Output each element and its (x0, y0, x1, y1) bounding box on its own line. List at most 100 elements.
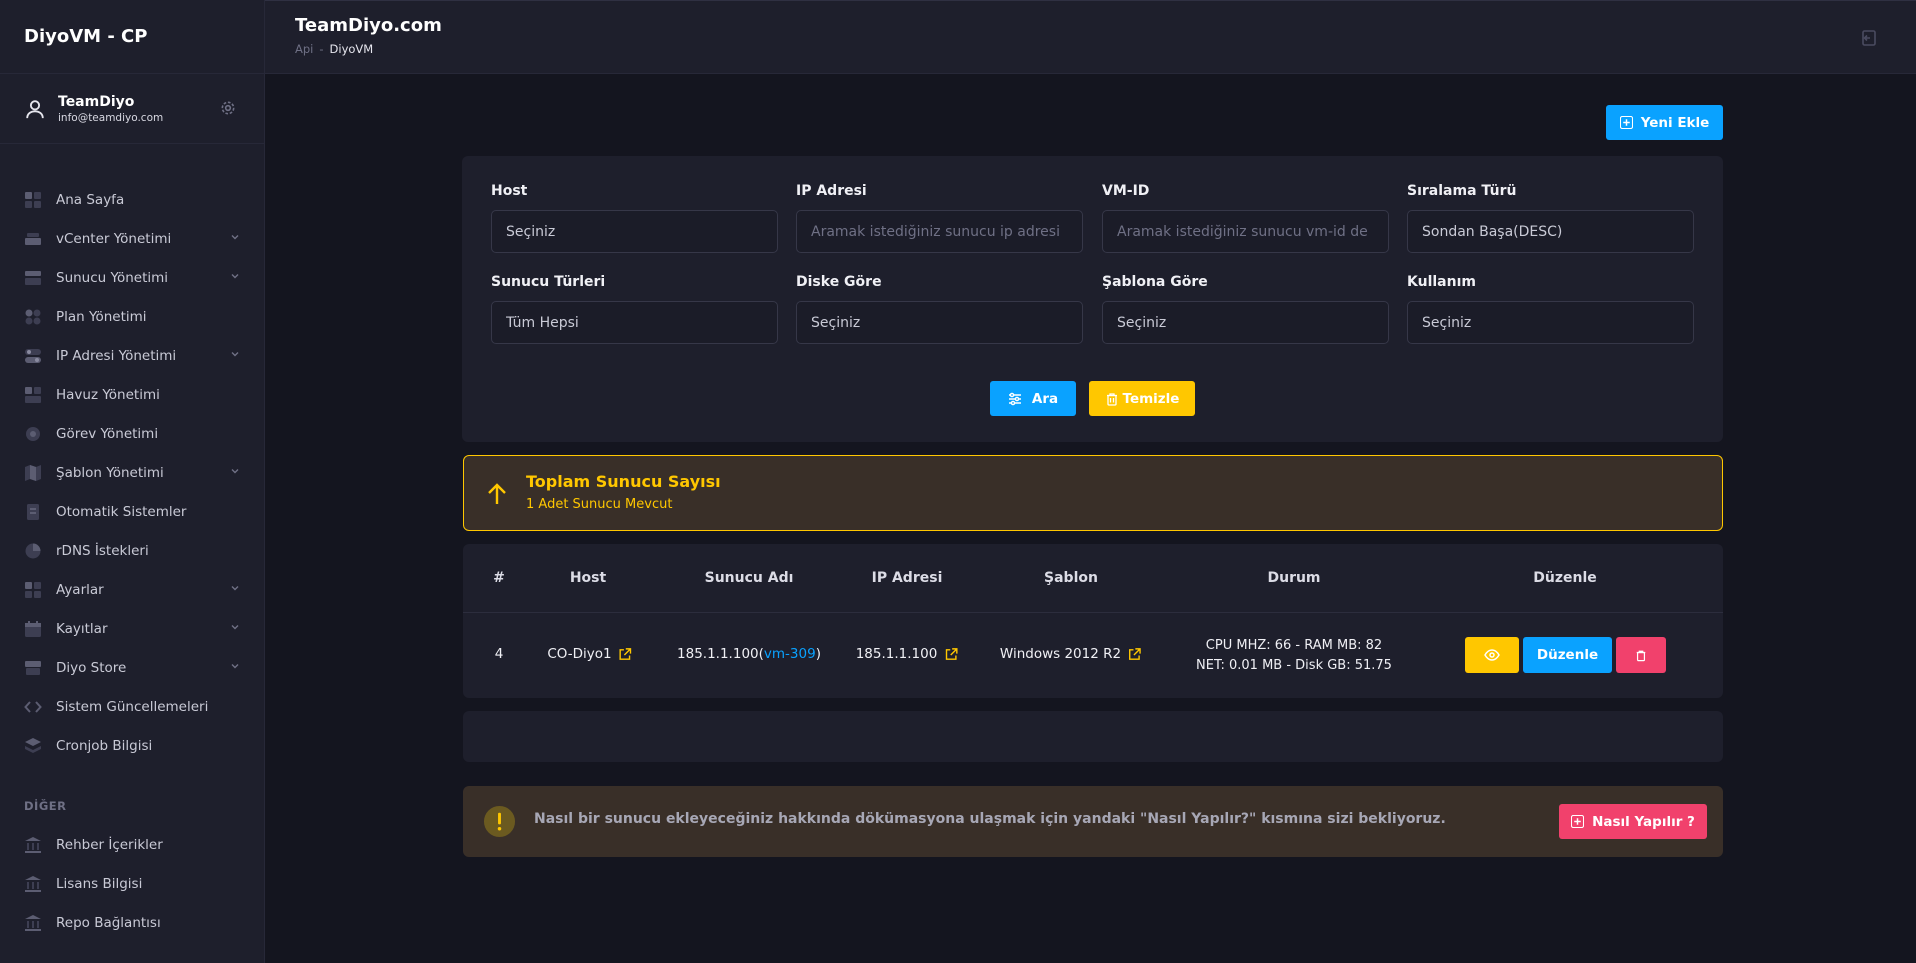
column-header: Sunucu Adı (704, 570, 794, 586)
sidebar-item-otomatik[interactable]: Otomatik Sistemler (0, 492, 264, 531)
usage-filter-label: Kullanım (1407, 274, 1476, 290)
clear-button[interactable]: Temizle (1089, 381, 1195, 416)
pagination-panel (463, 711, 1723, 762)
host-select[interactable] (491, 210, 778, 253)
column-header: Şablon (1044, 570, 1098, 586)
host-filter: Host (491, 183, 778, 253)
trash-icon (1636, 650, 1646, 661)
plus-square-icon (1619, 116, 1633, 129)
delete-button[interactable] (1616, 637, 1666, 673)
server-icon (24, 230, 42, 248)
usage-select[interactable] (1407, 301, 1694, 344)
sidebar-item-label: Şablon Yönetimi (56, 464, 164, 481)
sidebar-item-label: Otomatik Sistemler (56, 503, 187, 520)
add-server-label: Yeni Ekle (1640, 114, 1710, 131)
sidebar-item-store[interactable]: Diyo Store (0, 648, 264, 687)
external-link-icon[interactable] (1127, 647, 1142, 662)
pie-icon (24, 542, 42, 560)
chevron-down-icon (231, 235, 239, 240)
row-host-text: CO-Diyo1 (547, 646, 612, 662)
sidebar-item-rehber[interactable]: Rehber İçerikler (0, 825, 264, 864)
external-link-icon[interactable] (618, 647, 633, 662)
table-divider (463, 612, 1723, 613)
sidebar-item-label: Kayıtlar (56, 620, 108, 637)
sidebar-item-havuz[interactable]: Havuz Yönetimi (0, 375, 264, 414)
search-button-label: Ara (1031, 390, 1059, 407)
sidebar-item-ana-sayfa[interactable]: Ana Sayfa (0, 180, 264, 219)
row-host: CO-Diyo1 (547, 646, 632, 662)
sidebar-item-label: Ana Sayfa (56, 191, 125, 208)
sidebar-item-ip[interactable]: IP Adresi Yönetimi (0, 336, 264, 375)
breadcrumb: Api - DiyoVM (295, 42, 373, 56)
page-title: TeamDiyo.com (295, 15, 442, 36)
breadcrumb-item[interactable]: Api (295, 42, 313, 56)
brand-title[interactable]: DiyoVM - CP (0, 0, 264, 74)
row-vm-link[interactable]: vm-309 (764, 646, 816, 662)
search-button[interactable]: Ara (990, 381, 1076, 416)
sort-filter-label: Sıralama Türü (1407, 183, 1517, 199)
sidebar-item-kayitlar[interactable]: Kayıtlar (0, 609, 264, 648)
calendar-icon (24, 620, 42, 638)
sidebar-item-label: Rehber İçerikler (56, 836, 163, 853)
column-header: # (493, 570, 505, 586)
sidebar-item-label: vCenter Yönetimi (56, 230, 172, 247)
ip-search-input[interactable] (796, 210, 1083, 253)
vmid-search-input[interactable] (1102, 210, 1389, 253)
disk-select[interactable] (796, 301, 1083, 344)
sidebar-item-vcenter[interactable]: vCenter Yönetimi (0, 219, 264, 258)
logout-icon[interactable] (1860, 29, 1878, 47)
row-server-ip: 185.1.1.100 (677, 646, 759, 662)
sidebar-item-repo[interactable]: Repo Bağlantısı (0, 903, 264, 942)
grid-dots-icon (24, 308, 42, 326)
types-filter: Sunucu Türleri (491, 274, 778, 344)
sidebar-item-label: Havuz Yönetimi (56, 386, 160, 403)
sidebar-item-lisans[interactable]: Lisans Bilgisi (0, 864, 264, 903)
column-header: Host (569, 570, 607, 586)
gear-icon[interactable] (220, 100, 236, 116)
template-select[interactable] (1102, 301, 1389, 344)
toggle-icon (24, 347, 42, 365)
chevron-down-icon (231, 352, 239, 357)
row-template: Windows 2012 R2 (1000, 646, 1142, 662)
sidebar-item-label: Diyo Store (56, 659, 127, 676)
servers-table: # Host Sunucu Adı IP Adresi Şablon Durum… (463, 544, 1723, 698)
sidebar-item-cronjob[interactable]: Cronjob Bilgisi (0, 726, 264, 765)
code-icon (24, 698, 42, 716)
store-icon (24, 659, 42, 677)
chevron-down-icon (231, 664, 239, 669)
view-button[interactable] (1465, 637, 1519, 673)
sort-select[interactable] (1407, 210, 1694, 253)
how-to-button[interactable]: Nasıl Yapılır ? (1559, 804, 1707, 839)
row-status: CPU MHZ: 66 - RAM MB: 82 NET: 0.01 MB - … (1196, 636, 1392, 676)
sidebar-item-sunucu[interactable]: Sunucu Yönetimi (0, 258, 264, 297)
sidebar-item-guncellemeler[interactable]: Sistem Güncellemeleri (0, 687, 264, 726)
chevron-down-icon (231, 274, 239, 279)
clear-button-label: Temizle (1122, 390, 1180, 407)
template-filter-label: Şablona Göre (1102, 274, 1208, 290)
types-select[interactable] (491, 301, 778, 344)
sidebar-item-ayarlar[interactable]: Ayarlar (0, 570, 264, 609)
add-server-button[interactable]: Yeni Ekle (1606, 105, 1723, 140)
row-vm-close: ) (815, 646, 821, 662)
sidebar-item-rdns[interactable]: rDNS İstekleri (0, 531, 264, 570)
sidebar-item-sablon[interactable]: Şablon Yönetimi (0, 453, 264, 492)
sidebar-item-plan[interactable]: Plan Yönetimi (0, 297, 264, 336)
sidebar-section-title: DİĞER (24, 799, 67, 813)
server-count-alert: Toplam Sunucu Sayısı 1 Adet Sunucu Mevcu… (463, 455, 1723, 531)
edit-button[interactable]: Düzenle (1523, 637, 1612, 673)
user-icon (26, 99, 44, 118)
disk-filter: Diske Göre (796, 274, 1083, 344)
external-link-icon[interactable] (943, 647, 958, 662)
map-icon (24, 464, 42, 482)
row-status-line: CPU MHZ: 66 - RAM MB: 82 (1205, 638, 1383, 653)
server-count-title: Toplam Sunucu Sayısı (526, 472, 721, 491)
how-to-label: Nasıl Yapılır ? (1592, 813, 1695, 830)
sidebar-item-label: rDNS İstekleri (56, 542, 149, 559)
user-panel: TeamDiyo info@teamdiyo.com (0, 74, 264, 144)
row-ip: 185.1.1.100 (856, 646, 959, 662)
sidebar-item-gorev[interactable]: Görev Yönetimi (0, 414, 264, 453)
bank-icon (24, 836, 42, 854)
sidebar-item-label: Ayarlar (56, 581, 104, 598)
user-name: TeamDiyo (58, 93, 135, 110)
plus-square-icon (1571, 815, 1585, 828)
